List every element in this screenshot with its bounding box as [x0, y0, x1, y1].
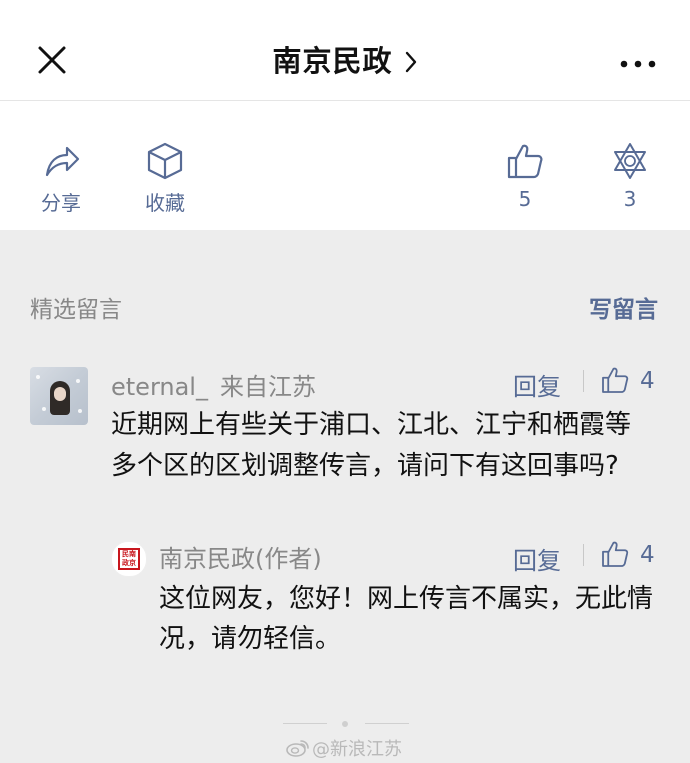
wow-count: 3	[623, 187, 637, 211]
page-title[interactable]: 南京民政	[272, 44, 392, 78]
share-button[interactable]: 分享	[21, 141, 101, 216]
comments-header: 精选留言 写留言	[30, 290, 658, 324]
like-count: 5	[518, 187, 532, 211]
author-like-button[interactable]	[600, 539, 630, 573]
author-like-count: 4	[640, 542, 655, 568]
author-reply-text: 这位网友，您好！网上传言不属实，无此情况，请勿轻信。	[159, 584, 654, 654]
comment-username[interactable]: eternal_	[111, 373, 208, 401]
comment-location: 来自江苏	[219, 373, 316, 401]
title-area[interactable]: 南京民政	[0, 38, 690, 80]
wow-button[interactable]: 3	[590, 141, 670, 211]
favorite-label: 收藏	[145, 191, 185, 215]
author-reply-button[interactable]: 回复	[513, 541, 561, 576]
comment-like-button[interactable]	[600, 365, 630, 399]
comment-user[interactable]: eternal_ 来自江苏	[111, 367, 316, 402]
watermark: @新浪江苏	[286, 735, 402, 763]
thumbs-up-icon	[507, 144, 543, 179]
comment-text: 近期网上有些关于浦口、江北、江宁和栖霞等多个区的区划调整传言，请问下有这回事吗?	[111, 410, 632, 481]
star-of-david-icon	[614, 143, 646, 179]
comments-title: 精选留言	[30, 297, 122, 323]
action-bar: 分享 收藏 5 3	[0, 101, 690, 230]
top-nav-bar: 南京民政	[0, 0, 690, 101]
chevron-right-icon	[404, 50, 418, 78]
avatar[interactable]	[30, 367, 88, 425]
thumbs-up-icon	[602, 541, 629, 567]
seal-logo: 民南 政京	[118, 548, 140, 570]
author-avatar[interactable]: 民南 政京	[111, 541, 147, 577]
box-icon	[147, 142, 183, 180]
write-comment-button[interactable]: 写留言	[589, 290, 658, 324]
like-button[interactable]: 5	[485, 141, 565, 211]
favorite-button[interactable]: 收藏	[125, 141, 205, 216]
share-label: 分享	[41, 191, 81, 215]
page-indicator	[283, 721, 409, 727]
divider	[583, 544, 584, 566]
more-button[interactable]	[618, 56, 658, 70]
weibo-icon	[286, 738, 310, 763]
divider	[583, 370, 584, 392]
thumbs-up-icon	[602, 367, 629, 393]
author-name[interactable]: 南京民政(作者)	[159, 539, 322, 574]
share-icon	[45, 146, 80, 177]
reply-button[interactable]: 回复	[513, 367, 561, 402]
comment-like-count: 4	[640, 368, 655, 394]
watermark-text: @新浪江苏	[312, 739, 402, 760]
more-icon	[620, 60, 656, 68]
